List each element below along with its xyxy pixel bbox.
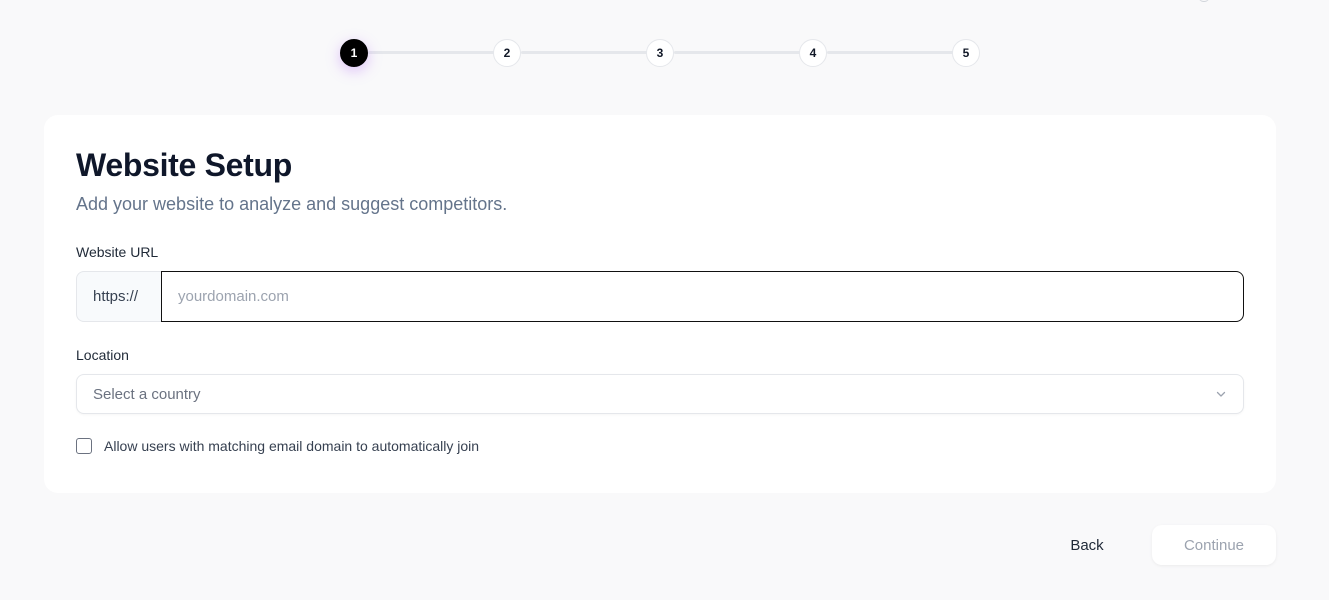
step-5[interactable]: 5 [952,39,980,67]
page-title: Website Setup [76,147,292,183]
back-button[interactable]: Back [1054,525,1120,565]
country-select[interactable]: Select a country [76,374,1244,414]
progress-stepper: 1 2 3 4 5 [340,39,980,67]
auto-join-label[interactable]: Allow users with matching email domain t… [104,438,479,454]
chevron-down-icon [1216,391,1226,397]
corner-decoration [1198,0,1210,2]
location-label: Location [76,347,129,363]
website-url-input[interactable] [161,271,1244,322]
step-connector [368,51,495,54]
step-4[interactable]: 4 [799,39,827,67]
page-subtitle: Add your website to analyze and suggest … [76,194,508,214]
auto-join-checkbox[interactable] [76,438,92,454]
auto-join-option: Allow users with matching email domain t… [76,438,479,454]
country-select-placeholder: Select a country [93,385,201,403]
step-connector [521,51,648,54]
url-prefix: https:// [76,271,161,322]
setup-card: Website Setup Add your website to analyz… [44,115,1276,493]
step-1[interactable]: 1 [340,39,368,67]
continue-button[interactable]: Continue [1152,525,1276,565]
step-connector [674,51,801,54]
step-2[interactable]: 2 [493,39,521,67]
step-connector [827,51,954,54]
step-3[interactable]: 3 [646,39,674,67]
website-url-label: Website URL [76,244,159,260]
website-url-field: https:// [76,271,1244,322]
